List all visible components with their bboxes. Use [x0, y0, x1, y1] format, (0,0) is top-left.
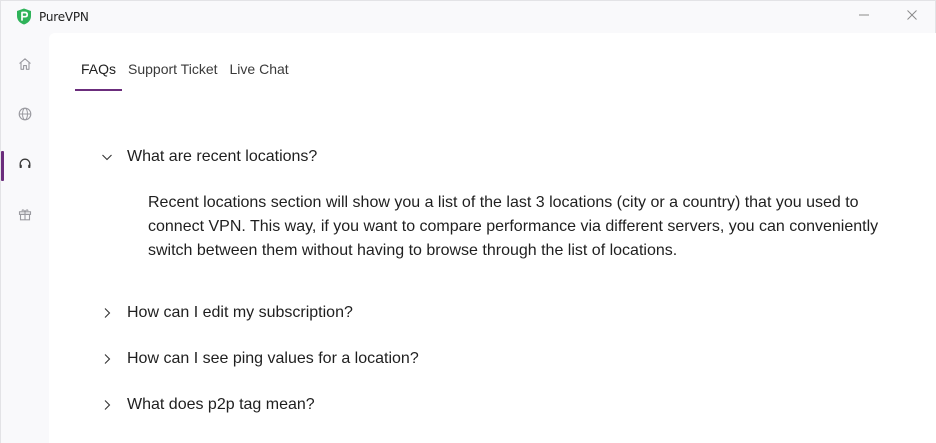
- gift-icon: [18, 207, 32, 226]
- faq-list: What are recent locations? Recent locati…: [99, 145, 919, 417]
- faq-question-toggle[interactable]: How can I see ping values for a location…: [99, 347, 919, 371]
- sidebar-item-locations[interactable]: [1, 99, 49, 133]
- faq-answer: Recent locations section will show you a…: [148, 194, 879, 259]
- headset-icon: [18, 157, 32, 176]
- faq-item: How can I edit my subscription?: [99, 301, 919, 325]
- purevpn-logo-icon: [16, 8, 32, 25]
- faq-question: What does p2p tag mean?: [127, 396, 315, 413]
- tab-live-chat[interactable]: Live Chat: [224, 57, 295, 91]
- close-icon: [906, 8, 918, 26]
- chevron-down-icon: [101, 151, 113, 163]
- faq-question-toggle[interactable]: How can I edit my subscription?: [99, 301, 919, 325]
- home-icon: [18, 57, 32, 76]
- faq-question: How can I edit my subscription?: [127, 304, 353, 321]
- sidebar-nav: [1, 33, 49, 443]
- app-window: PureVPN FAQs Support Ticket Live Chat Wh…: [0, 0, 936, 443]
- faq-question-toggle[interactable]: What does p2p tag mean?: [99, 393, 919, 417]
- minimize-button[interactable]: [850, 5, 878, 29]
- support-tabs: FAQs Support Ticket Live Chat: [75, 57, 295, 91]
- chevron-right-icon: [101, 307, 113, 319]
- sidebar-item-support[interactable]: [1, 149, 49, 183]
- faq-question-toggle[interactable]: What are recent locations?: [99, 145, 919, 169]
- sidebar-item-home[interactable]: [1, 49, 49, 83]
- faq-item: What are recent locations? Recent locati…: [99, 145, 919, 263]
- tab-support-ticket[interactable]: Support Ticket: [122, 57, 224, 91]
- faq-item: How can I see ping values for a location…: [99, 347, 919, 371]
- title-bar[interactable]: PureVPN: [1, 1, 935, 33]
- minimize-icon: [858, 8, 870, 26]
- app-title: PureVPN: [39, 10, 89, 24]
- chevron-right-icon: [101, 399, 113, 411]
- close-button[interactable]: [898, 5, 926, 29]
- sidebar-item-gifts[interactable]: [1, 199, 49, 233]
- faq-question: How can I see ping values for a location…: [127, 350, 419, 367]
- main-content: FAQs Support Ticket Live Chat What are r…: [49, 33, 936, 443]
- tab-faqs[interactable]: FAQs: [75, 57, 123, 91]
- globe-icon: [18, 107, 32, 126]
- faq-question: What are recent locations?: [127, 148, 318, 165]
- faq-item: What does p2p tag mean?: [99, 393, 919, 417]
- chevron-right-icon: [101, 353, 113, 365]
